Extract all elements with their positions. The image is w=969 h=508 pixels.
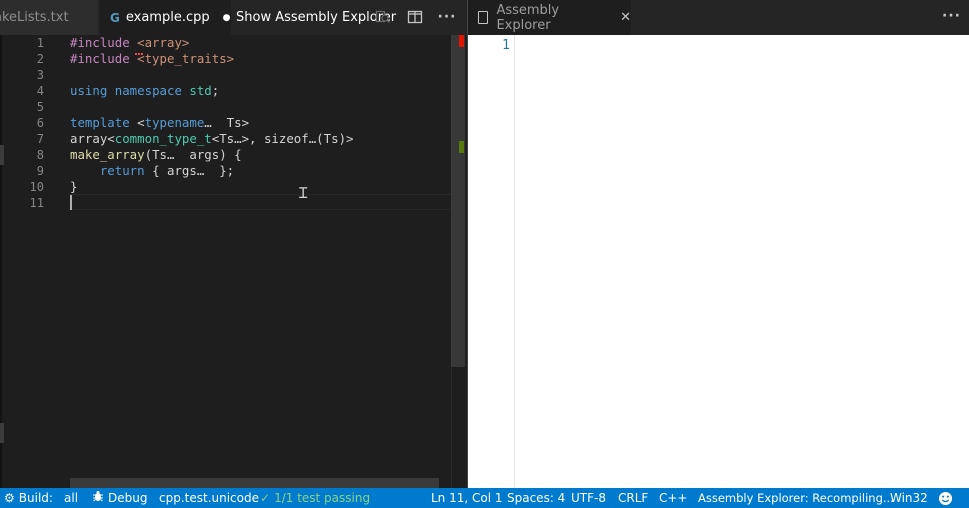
line-number: 5 — [36, 100, 44, 114]
code-token: make_array — [70, 147, 145, 162]
file-icon — [478, 11, 489, 24]
code-token: <Ts…>, sizeof…(Ts)> — [211, 131, 354, 146]
code-token: < — [137, 115, 145, 130]
code-token: using — [70, 83, 115, 98]
code-token: template — [70, 115, 138, 130]
status-bar: ⚙ Build: all Debug cpp.test.unicode ✓ 1/… — [0, 488, 969, 508]
code-token: … Ts> — [204, 115, 250, 130]
error-squiggle — [135, 52, 143, 55]
test-config[interactable]: cpp.test.unicode — [159, 488, 259, 508]
code-token: array< — [70, 131, 115, 146]
code-line-7: array<common_type_t<Ts…>, sizeof…(Ts)> — [70, 131, 354, 147]
line-number: 6 — [36, 116, 44, 130]
code-token: ; — [211, 83, 220, 98]
line-number: 1 — [36, 36, 44, 50]
line-number: 3 — [36, 68, 44, 82]
mouse-ibeam-icon: Ɪ — [299, 184, 308, 202]
gutter-marker — [0, 423, 4, 443]
right-tab-bar: Assembly Explorer ✕ ··· — [468, 0, 969, 35]
code-line-6: template <typename… Ts> — [70, 115, 249, 131]
scrollbar-thumb[interactable] — [451, 35, 465, 367]
code-token: namespace — [114, 83, 190, 98]
feedback-smiley-icon[interactable] — [938, 488, 953, 508]
bug-icon — [92, 488, 104, 508]
line-number: 7 — [36, 132, 44, 146]
unsaved-dot-icon[interactable]: ● — [223, 13, 231, 23]
show-assembly-explorer-button[interactable]: Show Assembly Explorer — [236, 0, 396, 35]
code-token: common_type_t — [114, 131, 212, 146]
code-line-4: using namespace std; — [70, 83, 219, 99]
assembly-explorer-status[interactable]: Assembly Explorer: Recompiling... — [698, 488, 894, 508]
assembly-search-icon[interactable] — [374, 8, 392, 26]
code-token: #include — [70, 51, 138, 66]
tab-cmakelists[interactable]: akeLists.txt — [0, 0, 99, 35]
tab-cmakelists-label: akeLists.txt — [0, 10, 69, 25]
split-editor-icon[interactable] — [406, 8, 424, 26]
cursor-position[interactable]: Ln 11, Col 1 — [431, 488, 503, 508]
tab-example-cpp-label: example.cpp — [125, 10, 210, 25]
more-actions-ellipsis-icon[interactable]: ··· — [942, 8, 961, 24]
check-icon: ✓ — [260, 491, 271, 505]
code-token: std — [189, 83, 212, 98]
current-line-highlight — [68, 194, 451, 210]
overview-ruler-added-mark — [459, 141, 464, 153]
code-editor[interactable]: 1 2 3 4 5 6 7 8 9 10 11 #include <array>… — [0, 35, 467, 488]
code-token: return — [99, 163, 153, 178]
line-number: 9 — [36, 164, 44, 178]
code-token: (Ts… args) { — [144, 147, 242, 162]
build-target[interactable]: all — [64, 488, 78, 508]
debug-config[interactable]: Debug — [92, 488, 147, 508]
code-token: #include — [70, 35, 138, 50]
debug-label: Debug — [108, 491, 148, 505]
test-status[interactable]: ✓ 1/1 test passing — [260, 488, 370, 508]
code-token: <type_traits> — [137, 51, 235, 66]
code-token: } — [70, 179, 78, 194]
overview-ruler-error-mark — [459, 35, 464, 47]
assembly-editor[interactable] — [485, 35, 969, 488]
horizontal-scrollbar[interactable] — [70, 478, 439, 488]
code-line-10: } — [70, 179, 77, 195]
assembly-editor-margin — [468, 35, 485, 488]
left-editor-group: akeLists.txt G example.cpp ● Show Assemb… — [0, 0, 467, 488]
more-actions-ellipsis-icon[interactable]: ··· — [438, 8, 456, 26]
encoding[interactable]: UTF-8 — [571, 488, 606, 508]
line-number: 2 — [36, 52, 44, 66]
line-number: 4 — [36, 84, 44, 98]
code-token: typename — [144, 115, 205, 130]
code-line-9: return { args… }; — [70, 163, 234, 179]
gear-icon: ⚙ — [4, 491, 15, 505]
code-line-8: make_array(Ts… args) { — [70, 147, 242, 163]
platform[interactable]: Win32 — [890, 488, 928, 508]
line-number: 8 — [36, 148, 44, 162]
tab-assembly-explorer[interactable]: Assembly Explorer ✕ — [468, 0, 631, 35]
code-token: <array> — [137, 35, 190, 50]
text-cursor — [70, 195, 72, 210]
left-tab-bar: akeLists.txt G example.cpp ● Show Assemb… — [0, 0, 467, 35]
tab-assembly-explorer-label: Assembly Explorer — [496, 2, 560, 33]
tab-example-cpp[interactable]: G example.cpp ● — [100, 0, 231, 35]
close-icon[interactable]: ✕ — [620, 10, 631, 25]
test-status-label: 1/1 test passing — [274, 491, 371, 505]
build-status[interactable]: ⚙ Build: — [4, 488, 53, 508]
build-label: Build: — [18, 491, 53, 505]
language-mode[interactable]: C++ — [659, 488, 688, 508]
line-endings[interactable]: CRLF — [618, 488, 648, 508]
code-token: { args… }; — [152, 163, 235, 178]
line-number: 11 — [29, 196, 44, 210]
line-number: 10 — [29, 180, 44, 194]
code-line-2: #include <type_traits> — [70, 51, 234, 67]
cpp-file-icon: G — [110, 10, 120, 25]
line-number: 1 — [502, 38, 510, 53]
indentation[interactable]: Spaces: 4 — [507, 488, 565, 508]
assembly-gutter-border — [514, 35, 515, 488]
code-line-1: #include <array> — [70, 35, 189, 51]
